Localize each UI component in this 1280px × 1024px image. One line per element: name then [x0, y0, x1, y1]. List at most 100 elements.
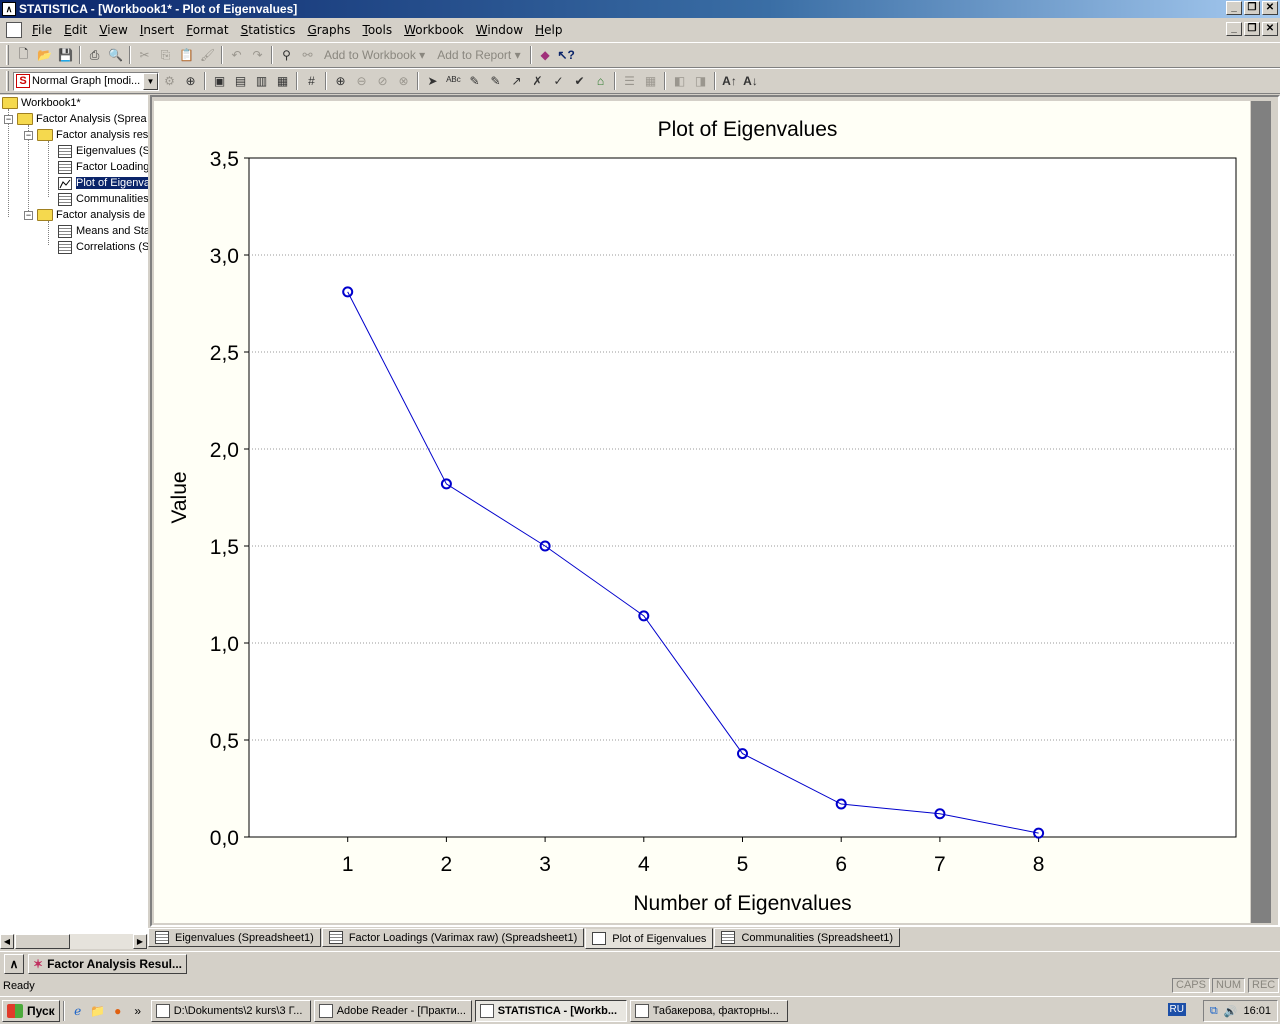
language-indicator[interactable]: RU	[1167, 1003, 1186, 1016]
draw-rectangle-icon[interactable]: ✎	[464, 71, 485, 92]
restore-button[interactable]: ❐	[1244, 1, 1260, 15]
tree-item[interactable]: Eigenvalues (S	[58, 143, 148, 159]
pointer-icon[interactable]: ➤	[422, 71, 443, 92]
context-help-icon[interactable]: ↖?	[556, 45, 577, 66]
tree-item[interactable]: Factor Loading	[58, 159, 148, 175]
tree-item[interactable]: Plot of Eigenva	[58, 175, 148, 191]
doc-restore-button[interactable]: ❐	[1244, 22, 1260, 36]
menu-window[interactable]: Window	[470, 23, 529, 37]
network-icon[interactable]: ⧉	[1210, 1005, 1218, 1018]
bring-front-icon[interactable]: ◧	[669, 71, 690, 92]
tree-item[interactable]: − Factor analysis de	[24, 207, 145, 223]
distribute-icon[interactable]: ▦	[640, 71, 661, 92]
eigenvalues-chart[interactable]: 0,0 0,5 1,0 1,5 2,0 2,5 3,0 3,5 1 2 3 4 5 6 7 8 Plot of …	[154, 101, 1250, 923]
quicklaunch-more-icon[interactable]: »	[128, 1001, 148, 1021]
collapse-icon[interactable]: −	[4, 114, 13, 124]
copy-icon[interactable]: ⎘	[155, 45, 176, 66]
lock-graph-icon[interactable]: ⌂	[590, 71, 611, 92]
brush-icon[interactable]: ⚙	[159, 71, 180, 92]
workbook-tab[interactable]: Eigenvalues (Spreadsheet1)	[148, 928, 321, 947]
tree-item[interactable]: Communalities	[58, 191, 148, 207]
taskbar-task[interactable]: Adobe Reader - [Практи...	[313, 999, 472, 1022]
menu-insert[interactable]: Insert	[134, 23, 180, 37]
plot-layout-icon[interactable]: ▥	[251, 71, 272, 92]
collapse-icon[interactable]: −	[24, 210, 33, 220]
find-icon[interactable]: ⚲	[276, 45, 297, 66]
workbook-tab[interactable]: Communalities (Spreadsheet1)	[714, 928, 901, 947]
scroll-thumb[interactable]	[15, 934, 70, 949]
explorer-folder-icon[interactable]: 📁	[88, 1001, 108, 1021]
add-to-workbook-button[interactable]: Add to Workbook ▾	[318, 48, 431, 62]
chevron-down-icon[interactable]: ▼	[143, 72, 158, 90]
internet-explorer-icon[interactable]: ℯ	[68, 1001, 88, 1021]
taskbar-task[interactable]: STATISTICA - [Workb...	[474, 999, 627, 1022]
graph-window-toggle[interactable]: ∧	[4, 953, 24, 974]
text-abc-icon[interactable]: ᴬᴮᶜ	[443, 71, 464, 92]
statistica-app-icon[interactable]: ∧	[2, 2, 16, 16]
grid-icon[interactable]: #	[301, 71, 322, 92]
menu-format[interactable]: Format	[180, 23, 234, 37]
send-back-icon[interactable]: ◨	[690, 71, 711, 92]
menu-edit[interactable]: Edit	[58, 23, 93, 37]
brush-points-icon[interactable]: ✗	[527, 71, 548, 92]
menu-view[interactable]: View	[93, 23, 133, 37]
firefox-icon[interactable]: ●	[108, 1001, 128, 1021]
print-preview-icon[interactable]: 🔍	[105, 45, 126, 66]
replace-icon[interactable]: ⚯	[297, 45, 318, 66]
taskbar-task[interactable]: Табакерова, факторны...	[629, 999, 788, 1022]
menu-statistics[interactable]: Statistics	[235, 23, 302, 37]
align-icon[interactable]: ☰	[619, 71, 640, 92]
tree-item[interactable]: Means and Sta	[58, 223, 148, 239]
mark-point-icon[interactable]: ✔	[569, 71, 590, 92]
cut-icon[interactable]: ✂	[134, 45, 155, 66]
zoom-reset-icon[interactable]: ⊗	[393, 71, 414, 92]
redo-icon[interactable]: ↷	[247, 45, 268, 66]
paste-icon[interactable]: 📋	[176, 45, 197, 66]
menu-tools[interactable]: Tools	[357, 23, 399, 37]
draw-line-icon[interactable]: ✓	[548, 71, 569, 92]
zoom-out-icon[interactable]: ⊖	[351, 71, 372, 92]
open-folder-icon[interactable]: 📂	[34, 45, 55, 66]
scroll-left-icon[interactable]: ◀	[0, 934, 14, 949]
format-painter-icon[interactable]: 🖌	[197, 45, 218, 66]
increase-font-icon[interactable]: A↑	[719, 71, 740, 92]
volume-icon[interactable]: 🔊	[1224, 1005, 1238, 1018]
print-icon[interactable]: ⎙	[84, 45, 105, 66]
close-button[interactable]: ✕	[1262, 1, 1278, 15]
decrease-font-icon[interactable]: A↓	[740, 71, 761, 92]
document-menu-icon[interactable]	[6, 22, 22, 38]
add-to-report-button[interactable]: Add to Report ▾	[431, 48, 526, 62]
zoom-fit-icon[interactable]: ⊘	[372, 71, 393, 92]
menu-graphs[interactable]: Graphs	[301, 23, 356, 37]
statistica-book-icon[interactable]: ◆	[535, 45, 556, 66]
menu-workbook[interactable]: Workbook	[398, 23, 470, 37]
tree-item[interactable]: − Factor analysis res	[24, 127, 148, 143]
graph-fit-icon[interactable]: ▦	[272, 71, 293, 92]
tree-item[interactable]: − Factor Analysis (Sprea	[4, 111, 147, 127]
graph-options-icon[interactable]: ▣	[209, 71, 230, 92]
save-icon[interactable]: 💾	[55, 45, 76, 66]
doc-close-button[interactable]: ✕	[1262, 22, 1278, 36]
tree-horizontal-scrollbar[interactable]: ◀ ▶	[0, 933, 148, 949]
tree-item[interactable]: Workbook1*	[2, 95, 81, 111]
graph-data-editor-icon[interactable]: ▤	[230, 71, 251, 92]
start-button[interactable]: Пуск	[2, 999, 60, 1022]
collapse-icon[interactable]: −	[24, 130, 33, 140]
graph-type-select[interactable]: S Normal Graph [modi... ▼	[13, 71, 159, 91]
factor-analysis-results-button[interactable]: ✶ Factor Analysis Resul...	[28, 953, 187, 974]
workbook-tab[interactable]: Factor Loadings (Varimax raw) (Spreadshe…	[321, 928, 585, 947]
zoom-in-icon[interactable]: ⊕	[330, 71, 351, 92]
menu-file[interactable]: File	[26, 23, 58, 37]
menu-help[interactable]: Help	[529, 23, 568, 37]
tree-item[interactable]: Correlations (S	[58, 239, 148, 255]
draw-ellipse-icon[interactable]: ✎	[485, 71, 506, 92]
doc-minimize-button[interactable]: _	[1226, 22, 1242, 36]
zoom-browse-icon[interactable]: ⊕	[180, 71, 201, 92]
new-file-icon[interactable]: 🗋	[13, 45, 34, 66]
scroll-right-icon[interactable]: ▶	[133, 934, 147, 949]
workbook-tab[interactable]: Plot of Eigenvalues	[585, 928, 714, 949]
minimize-button[interactable]: _	[1226, 1, 1242, 15]
taskbar-task[interactable]: D:\Dokuments\2 kurs\3 Г...	[150, 999, 311, 1022]
undo-icon[interactable]: ↶	[226, 45, 247, 66]
draw-arrow-icon[interactable]: ↗	[506, 71, 527, 92]
